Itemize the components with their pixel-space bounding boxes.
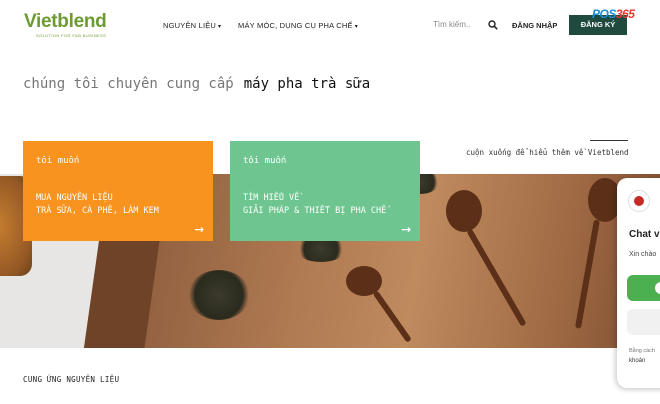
search-input[interactable]: Tìm kiếm.. xyxy=(433,20,470,29)
nav-ingredients[interactable]: NGUYÊN LIỆU ▾ xyxy=(163,21,221,30)
chat-messenger-button[interactable] xyxy=(627,275,660,301)
logo-tagline: SOLUTION FOR F&B BUSINESS xyxy=(36,33,107,38)
search-icon[interactable] xyxy=(488,20,498,30)
chevron-down-icon: ▾ xyxy=(354,24,358,30)
chat-terms-link[interactable]: khoản xyxy=(629,358,645,364)
nav-ingredients-label: NGUYÊN LIỆU xyxy=(163,21,217,30)
card-title-line1: TÌM HIỂU VỀ xyxy=(243,193,300,203)
pos365-badge-part2: 365 xyxy=(615,7,635,21)
chat-secondary-button[interactable] xyxy=(627,309,660,335)
buy-ingredients-card[interactable]: tôi muốn MUA NGUYÊN LIỆU TRÀ SỮA, CÀ PHÊ… xyxy=(23,141,213,241)
nav-machines-label: MÁY MÓC, DỤNG CỤ PHA CHẾ xyxy=(238,21,353,30)
pos365-badge: POS365 xyxy=(592,7,635,21)
hero-prefix: chúng tôi chuyên cung cấp xyxy=(23,76,234,92)
chat-widget[interactable]: Chat v Xin chào Bằng cách khoản xyxy=(617,178,660,388)
chat-title: Chat v xyxy=(629,229,660,240)
logo-wordmark: Vietblend xyxy=(24,11,107,32)
login-link[interactable]: ĐĂNG NHẬP xyxy=(512,21,557,30)
chat-avatar xyxy=(628,190,650,212)
wooden-spoon xyxy=(446,190,482,232)
arrow-right-icon[interactable]: → xyxy=(401,221,411,237)
hero-tagline: chúng tôi chuyên cung cấp máy pha trà sữa xyxy=(23,76,370,92)
learn-solutions-card[interactable]: tôi muốn TÌM HIỂU VỀ GIẢI PHÁP & THIẾT B… xyxy=(230,141,420,241)
scroll-hint: cuộn xuống để hiểu thêm về Vietblend xyxy=(466,148,629,157)
messenger-icon xyxy=(655,282,660,294)
vietblend-logo[interactable]: Vietblend SOLUTION FOR F&B BUSINESS xyxy=(24,11,107,38)
card-title-line2: TRÀ SỮA, CÀ PHÊ, LÀM KEM xyxy=(36,206,159,216)
card-kicker: tôi muốn xyxy=(36,156,80,166)
chat-greeting: Xin chào xyxy=(629,251,657,258)
chevron-down-icon: ▾ xyxy=(218,24,222,30)
card-title-line1: MUA NGUYÊN LIỆU xyxy=(36,193,113,203)
chat-terms-text: Bằng cách xyxy=(629,348,655,354)
card-title-line2: GIẢI PHÁP & THIẾT BỊ PHA CHẾ xyxy=(243,206,387,216)
nav-machines[interactable]: MÁY MÓC, DỤNG CỤ PHA CHẾ ▾ xyxy=(238,21,358,30)
arrow-right-icon[interactable]: → xyxy=(194,221,204,237)
site-header: Vietblend SOLUTION FOR F&B BUSINESS NGUY… xyxy=(0,0,660,50)
pos365-badge-part1: POS xyxy=(592,7,616,21)
hero-highlight: máy pha trà sữa xyxy=(243,76,371,92)
section-title: CUNG ỨNG NGUYÊN LIỆU xyxy=(23,375,120,384)
tea-leaves xyxy=(188,270,250,320)
search-box[interactable]: Tìm kiếm.. xyxy=(425,14,501,36)
card-kicker: tôi muốn xyxy=(243,156,287,166)
scroll-hint-divider xyxy=(590,140,628,141)
